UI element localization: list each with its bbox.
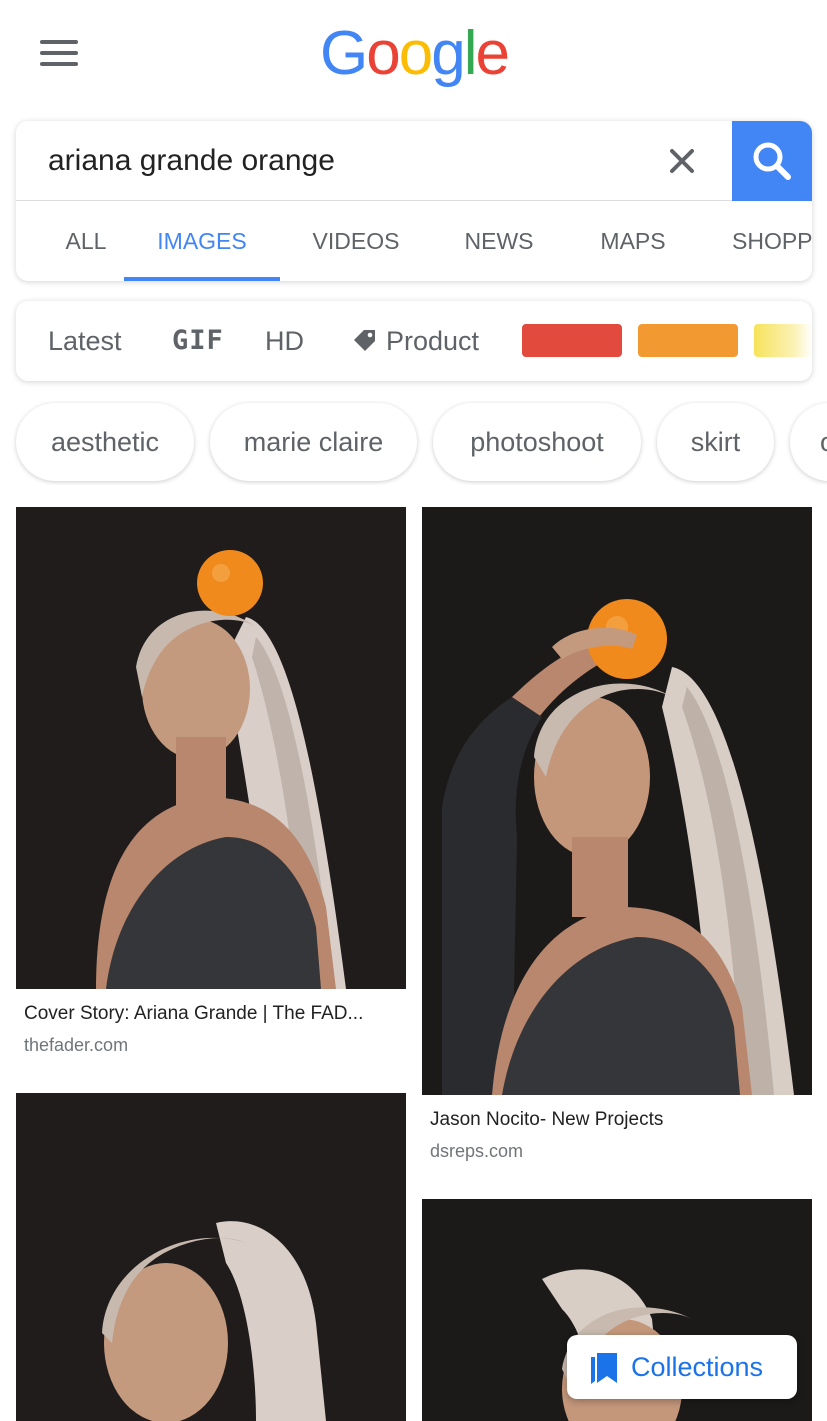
portrait-photo [16,507,406,989]
collections-label: Collections [631,1352,764,1382]
logo-letter: l [463,19,478,88]
logo-letter: g [431,19,466,88]
result-image[interactable] [16,1093,406,1421]
search-row [16,121,812,201]
top-bar: Google [0,0,827,110]
tab-videos[interactable]: VIDEOS [296,201,416,281]
logo-letter: o [366,19,401,88]
result-image[interactable] [422,507,812,1095]
image-result[interactable]: Jason Nocito- New Projects dsreps.com [422,507,812,1167]
chip-marie-claire[interactable]: marie claire [210,403,417,481]
logo-letter: e [475,19,510,88]
portrait-photo [16,1093,406,1421]
filter-product[interactable]: Product [352,301,479,381]
search-card: ALL IMAGES VIDEOS NEWS MAPS SHOPPING [16,121,812,281]
suggestion-chips: aesthetic marie claire photoshoot skirt … [0,401,827,485]
search-button[interactable] [732,121,812,201]
close-icon[interactable] [660,139,704,183]
tab-images[interactable]: IMAGES [124,201,280,281]
collections-button[interactable]: Collections [567,1335,797,1399]
tab-shopping[interactable]: SHOPPING [732,201,812,281]
chip-partial[interactable]: o [790,403,827,481]
filter-bar: Latest GIF HD Product [16,301,812,381]
color-swatch-red[interactable] [522,324,622,357]
magnifier-icon [753,142,791,180]
image-result[interactable] [16,1093,406,1421]
tab-maps[interactable]: MAPS [582,201,684,281]
result-source[interactable]: thefader.com [24,1035,128,1056]
chip-aesthetic[interactable]: aesthetic [16,403,194,481]
image-result[interactable]: Cover Story: Ariana Grande | The FAD... … [16,507,406,1067]
result-source[interactable]: dsreps.com [430,1141,523,1162]
search-input[interactable] [48,139,648,183]
tab-news[interactable]: NEWS [444,201,554,281]
logo-letter: o [398,19,434,88]
logo-letter: G [320,19,368,88]
portrait-photo [422,507,812,1095]
result-title[interactable]: Jason Nocito- New Projects [430,1109,806,1131]
hamburger-menu-icon[interactable] [40,40,80,68]
filter-gif[interactable]: GIF [172,301,224,381]
chip-photoshoot[interactable]: photoshoot [433,403,641,481]
tag-icon [354,330,375,351]
result-image[interactable] [16,507,406,989]
color-swatch-yellow[interactable] [754,324,812,357]
filter-latest[interactable]: Latest [48,301,122,381]
google-logo[interactable]: Google [320,18,510,89]
result-title[interactable]: Cover Story: Ariana Grande | The FAD... [24,1003,400,1025]
filter-hd[interactable]: HD [265,301,304,381]
bookmarks-icon [591,1353,617,1384]
chip-skirt[interactable]: skirt [657,403,774,481]
filter-product-label: Product [386,326,480,356]
color-swatch-orange[interactable] [638,324,738,357]
search-tabs: ALL IMAGES VIDEOS NEWS MAPS SHOPPING [16,201,812,281]
